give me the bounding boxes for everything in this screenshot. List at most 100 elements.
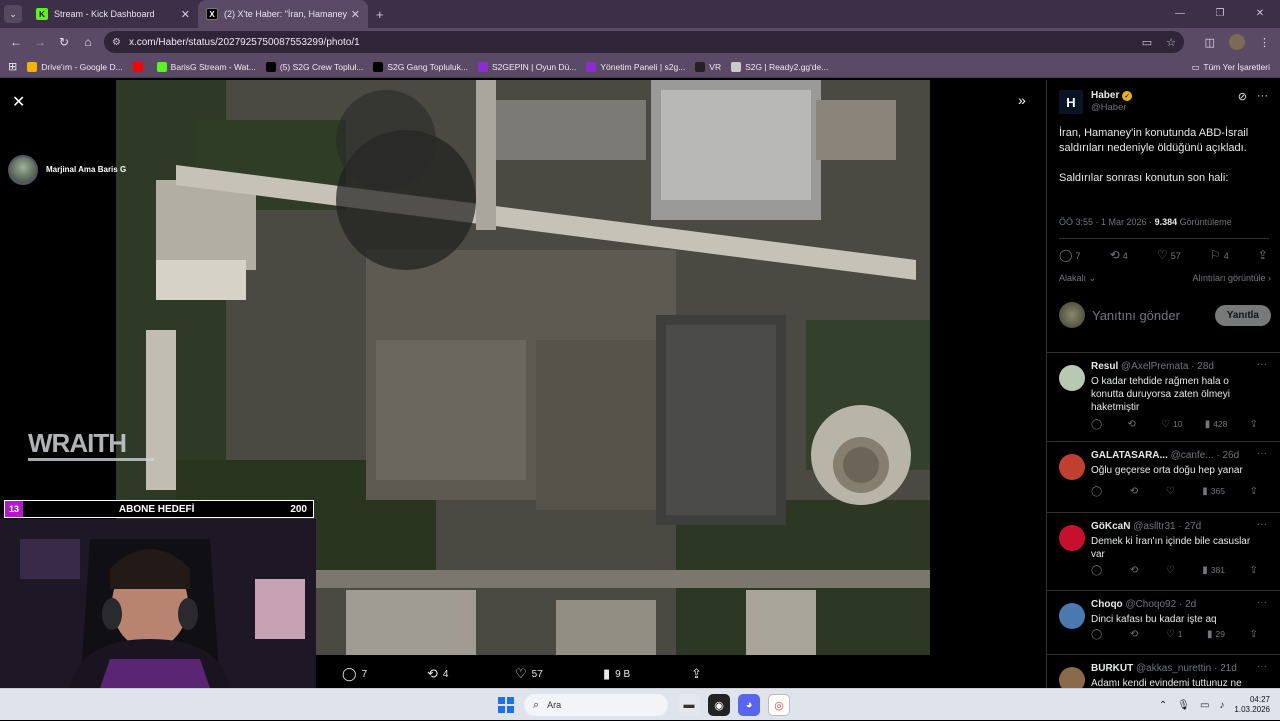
share-icon[interactable]: ⇪ — [1250, 629, 1261, 640]
tweet-author[interactable]: H Haber ✓ @Haber — [1059, 90, 1133, 114]
repost-action[interactable]: ⟲ 4 — [427, 666, 448, 682]
like-action[interactable]: ♡ 57 — [515, 666, 543, 682]
reply-avatar[interactable] — [1059, 454, 1085, 480]
bookmark-item[interactable]: S2G Gang Topluluk... — [373, 61, 468, 72]
tab-search-button[interactable]: ⌄ — [4, 5, 22, 23]
tweet-time[interactable]: ÖÖ 3:55 · 1 Mar 2026 · — [1059, 217, 1152, 227]
more-options-icon[interactable]: ··· — [1257, 90, 1268, 103]
repost-stat[interactable]: ⟲ 4 — [1110, 248, 1128, 262]
reply-author[interactable]: Resul — [1091, 361, 1118, 372]
close-tab-icon[interactable]: ✕ — [181, 8, 190, 21]
views-action[interactable]: ▮ 365 — [1202, 486, 1225, 497]
more-options-icon[interactable]: ··· — [1257, 661, 1267, 672]
views-action[interactable]: ▮ 428 — [1205, 419, 1228, 430]
reply-item[interactable]: Resul @AxelPremata · 28d ··· O kadar tehdi… — [1047, 352, 1280, 441]
repost-icon[interactable]: ⟲ — [1130, 565, 1141, 576]
tray-overflow-icon[interactable]: ⌃ — [1159, 700, 1167, 711]
share-stat[interactable]: ⇪ — [1258, 248, 1271, 262]
bookmark-item[interactable]: VR — [695, 61, 721, 72]
bookmark-item[interactable] — [132, 61, 147, 72]
more-options-icon[interactable]: ··· — [1257, 448, 1267, 459]
apps-icon[interactable]: ⊞ — [8, 60, 17, 73]
reply-icon[interactable]: ◯ — [1091, 565, 1105, 576]
bookmark-item[interactable]: S2G | Ready2.gg'de... — [731, 61, 828, 72]
author-name[interactable]: Haber — [1091, 90, 1119, 101]
like-action[interactable]: ♡ — [1166, 565, 1178, 576]
reply-item[interactable]: Choqo @Choqo92 · 2d ··· Dinci kafası bu ka… — [1047, 590, 1280, 654]
start-button[interactable] — [498, 697, 514, 713]
obs-icon[interactable]: ◉ — [708, 694, 730, 716]
more-options-icon[interactable]: ··· — [1257, 597, 1267, 608]
like-action[interactable]: ♡ 10 — [1161, 419, 1182, 430]
cast-icon[interactable]: ▭ — [1142, 36, 1152, 49]
like-stat[interactable]: ♡ 57 — [1157, 248, 1181, 262]
share-icon[interactable]: ⇪ — [1250, 565, 1261, 576]
reply-avatar[interactable] — [1059, 603, 1085, 629]
reply-item[interactable]: GöKcaN @aslltr31 · 27d ··· Demek ki İran'ı… — [1047, 512, 1280, 590]
network-icon[interactable]: ▭ — [1200, 700, 1209, 711]
close-viewer-icon[interactable]: ✕ — [12, 92, 25, 112]
views-action[interactable]: ▮ 381 — [1202, 565, 1225, 576]
bookmark-item[interactable]: (5) S2G Crew Topluł... — [265, 61, 363, 72]
close-window-icon[interactable]: ✕ — [1240, 0, 1280, 28]
reply-handle[interactable]: @akkas_nurettin · 21d — [1136, 663, 1237, 674]
author-avatar[interactable]: H — [1059, 90, 1083, 114]
more-options-icon[interactable]: ··· — [1257, 519, 1267, 530]
restore-icon[interactable]: ❐ — [1200, 0, 1240, 28]
tab-kick-dashboard[interactable]: K Stream - Kick Dashboard ✕ — [28, 0, 198, 28]
file-explorer-icon[interactable]: ▬ — [678, 694, 700, 716]
bookmark-star-icon[interactable]: ☆ — [1166, 36, 1176, 49]
reply-button[interactable]: Yanıtla — [1214, 304, 1271, 326]
bookmark-item[interactable]: S2GEPIN | Oyun Dü... — [477, 61, 576, 72]
reply-input[interactable]: Yanıtını gönder — [1092, 308, 1215, 323]
new-tab-button[interactable]: + — [376, 7, 384, 22]
reply-handle[interactable]: @aslltr31 · 27d — [1133, 521, 1201, 532]
reply-item[interactable]: BÜRKÜT @akkas_nurettin · 21d ··· Adamı ken… — [1047, 654, 1280, 688]
tab-x-haber[interactable]: X (2) X'te Haber: "İran, Hamaney' ✕ — [198, 0, 368, 28]
bookmark-stat[interactable]: ⚐ 4 — [1210, 248, 1229, 262]
reply-avatar[interactable] — [1059, 525, 1085, 551]
reply-avatar[interactable] — [1059, 667, 1085, 688]
bookmark-item[interactable]: BarisG Stream - Wat... — [156, 61, 256, 72]
reply-avatar[interactable] — [1059, 365, 1085, 391]
reply-author[interactable]: GöKcaN — [1091, 521, 1130, 532]
views-action[interactable]: ▮ 29 — [1207, 629, 1225, 640]
share-action[interactable]: ⇪ — [691, 666, 707, 682]
extensions-icon[interactable]: ◫ — [1205, 36, 1215, 49]
bookmark-item[interactable]: Yönetim Paneli | s2g... — [586, 61, 685, 72]
minimize-icon[interactable]: — — [1160, 0, 1200, 28]
reply-author[interactable]: Choqo — [1091, 599, 1123, 610]
repost-icon[interactable]: ⟲ — [1127, 419, 1138, 430]
reply-icon[interactable]: ◯ — [1091, 629, 1105, 640]
reply-icon[interactable]: ◯ — [1091, 486, 1105, 497]
all-bookmarks[interactable]: ▭ Tüm Yer İşaretleri — [1191, 56, 1270, 78]
site-info-icon[interactable]: ⚙ — [112, 37, 121, 48]
bookmark-item[interactable]: Drive'ım - Google D... — [27, 61, 123, 72]
author-handle[interactable]: @Haber — [1091, 102, 1132, 113]
taskbar-search[interactable]: ⌕ Ara — [524, 694, 668, 716]
forward-icon[interactable]: → — [28, 35, 52, 49]
back-icon[interactable]: ← — [4, 35, 28, 49]
reply-icon[interactable]: ◯ — [1091, 419, 1105, 430]
reply-author[interactable]: BÜRKÜT — [1091, 663, 1133, 674]
address-bar[interactable]: ⚙ x.com/Haber/status/2027925750087553299… — [104, 31, 1184, 53]
reply-author[interactable]: GALATASARA... — [1091, 450, 1168, 461]
share-icon[interactable]: ⇪ — [1250, 419, 1261, 430]
share-icon[interactable]: ⇪ — [1250, 486, 1261, 497]
reply-handle[interactable]: @Choqo92 · 2d — [1125, 599, 1196, 610]
expand-sidebar-icon[interactable]: » — [1018, 92, 1026, 108]
close-tab-icon[interactable]: ✕ — [351, 8, 360, 21]
volume-icon[interactable]: ♪ — [1219, 700, 1224, 711]
grok-icon[interactable]: ⊘ — [1238, 90, 1247, 103]
repost-icon[interactable]: ⟲ — [1130, 486, 1141, 497]
home-icon[interactable]: ⌂ — [76, 35, 100, 49]
view-quotes-link[interactable]: Alıntıları görüntüle › — [1192, 273, 1271, 284]
profile-avatar[interactable] — [1229, 34, 1245, 50]
reply-handle[interactable]: @canfe... · 26d — [1171, 450, 1240, 461]
reply-item[interactable]: GALATASARA... @canfe... · 26d ··· Oğlu geç… — [1047, 441, 1280, 512]
menu-icon[interactable]: ⋮ — [1259, 36, 1270, 49]
discord-icon[interactable]: ◕ — [738, 694, 760, 716]
reload-icon[interactable]: ↻ — [52, 35, 76, 49]
clock[interactable]: 04:27 1.03.2026 — [1234, 695, 1270, 715]
chrome-icon[interactable]: ◎ — [768, 694, 790, 716]
